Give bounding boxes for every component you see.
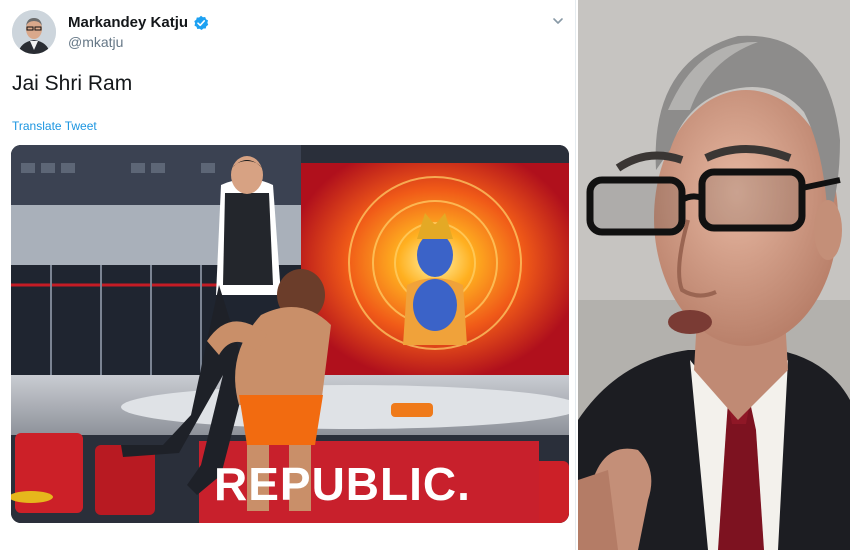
portrait-photo [578,0,850,550]
avatar-image [12,10,56,54]
display-name[interactable]: Markandey Katju [68,14,188,31]
avatar[interactable] [12,10,56,54]
portrait-image [578,0,850,550]
translate-tweet-link[interactable]: Translate Tweet [12,119,97,133]
tweet-card: Markandey Katju @mkatju Jai Shri Ram Tra… [0,0,576,550]
tweet-photo[interactable]: REPUBLIC. [11,145,569,523]
verified-badge-icon [194,15,209,30]
author-name-row: Markandey Katju [68,14,209,31]
republic-logo-text: REPUBLIC. [214,458,471,510]
tweet-text: Jai Shri Ram [12,72,133,95]
chevron-down-icon[interactable] [551,14,565,28]
handle[interactable]: @mkatju [68,34,123,50]
